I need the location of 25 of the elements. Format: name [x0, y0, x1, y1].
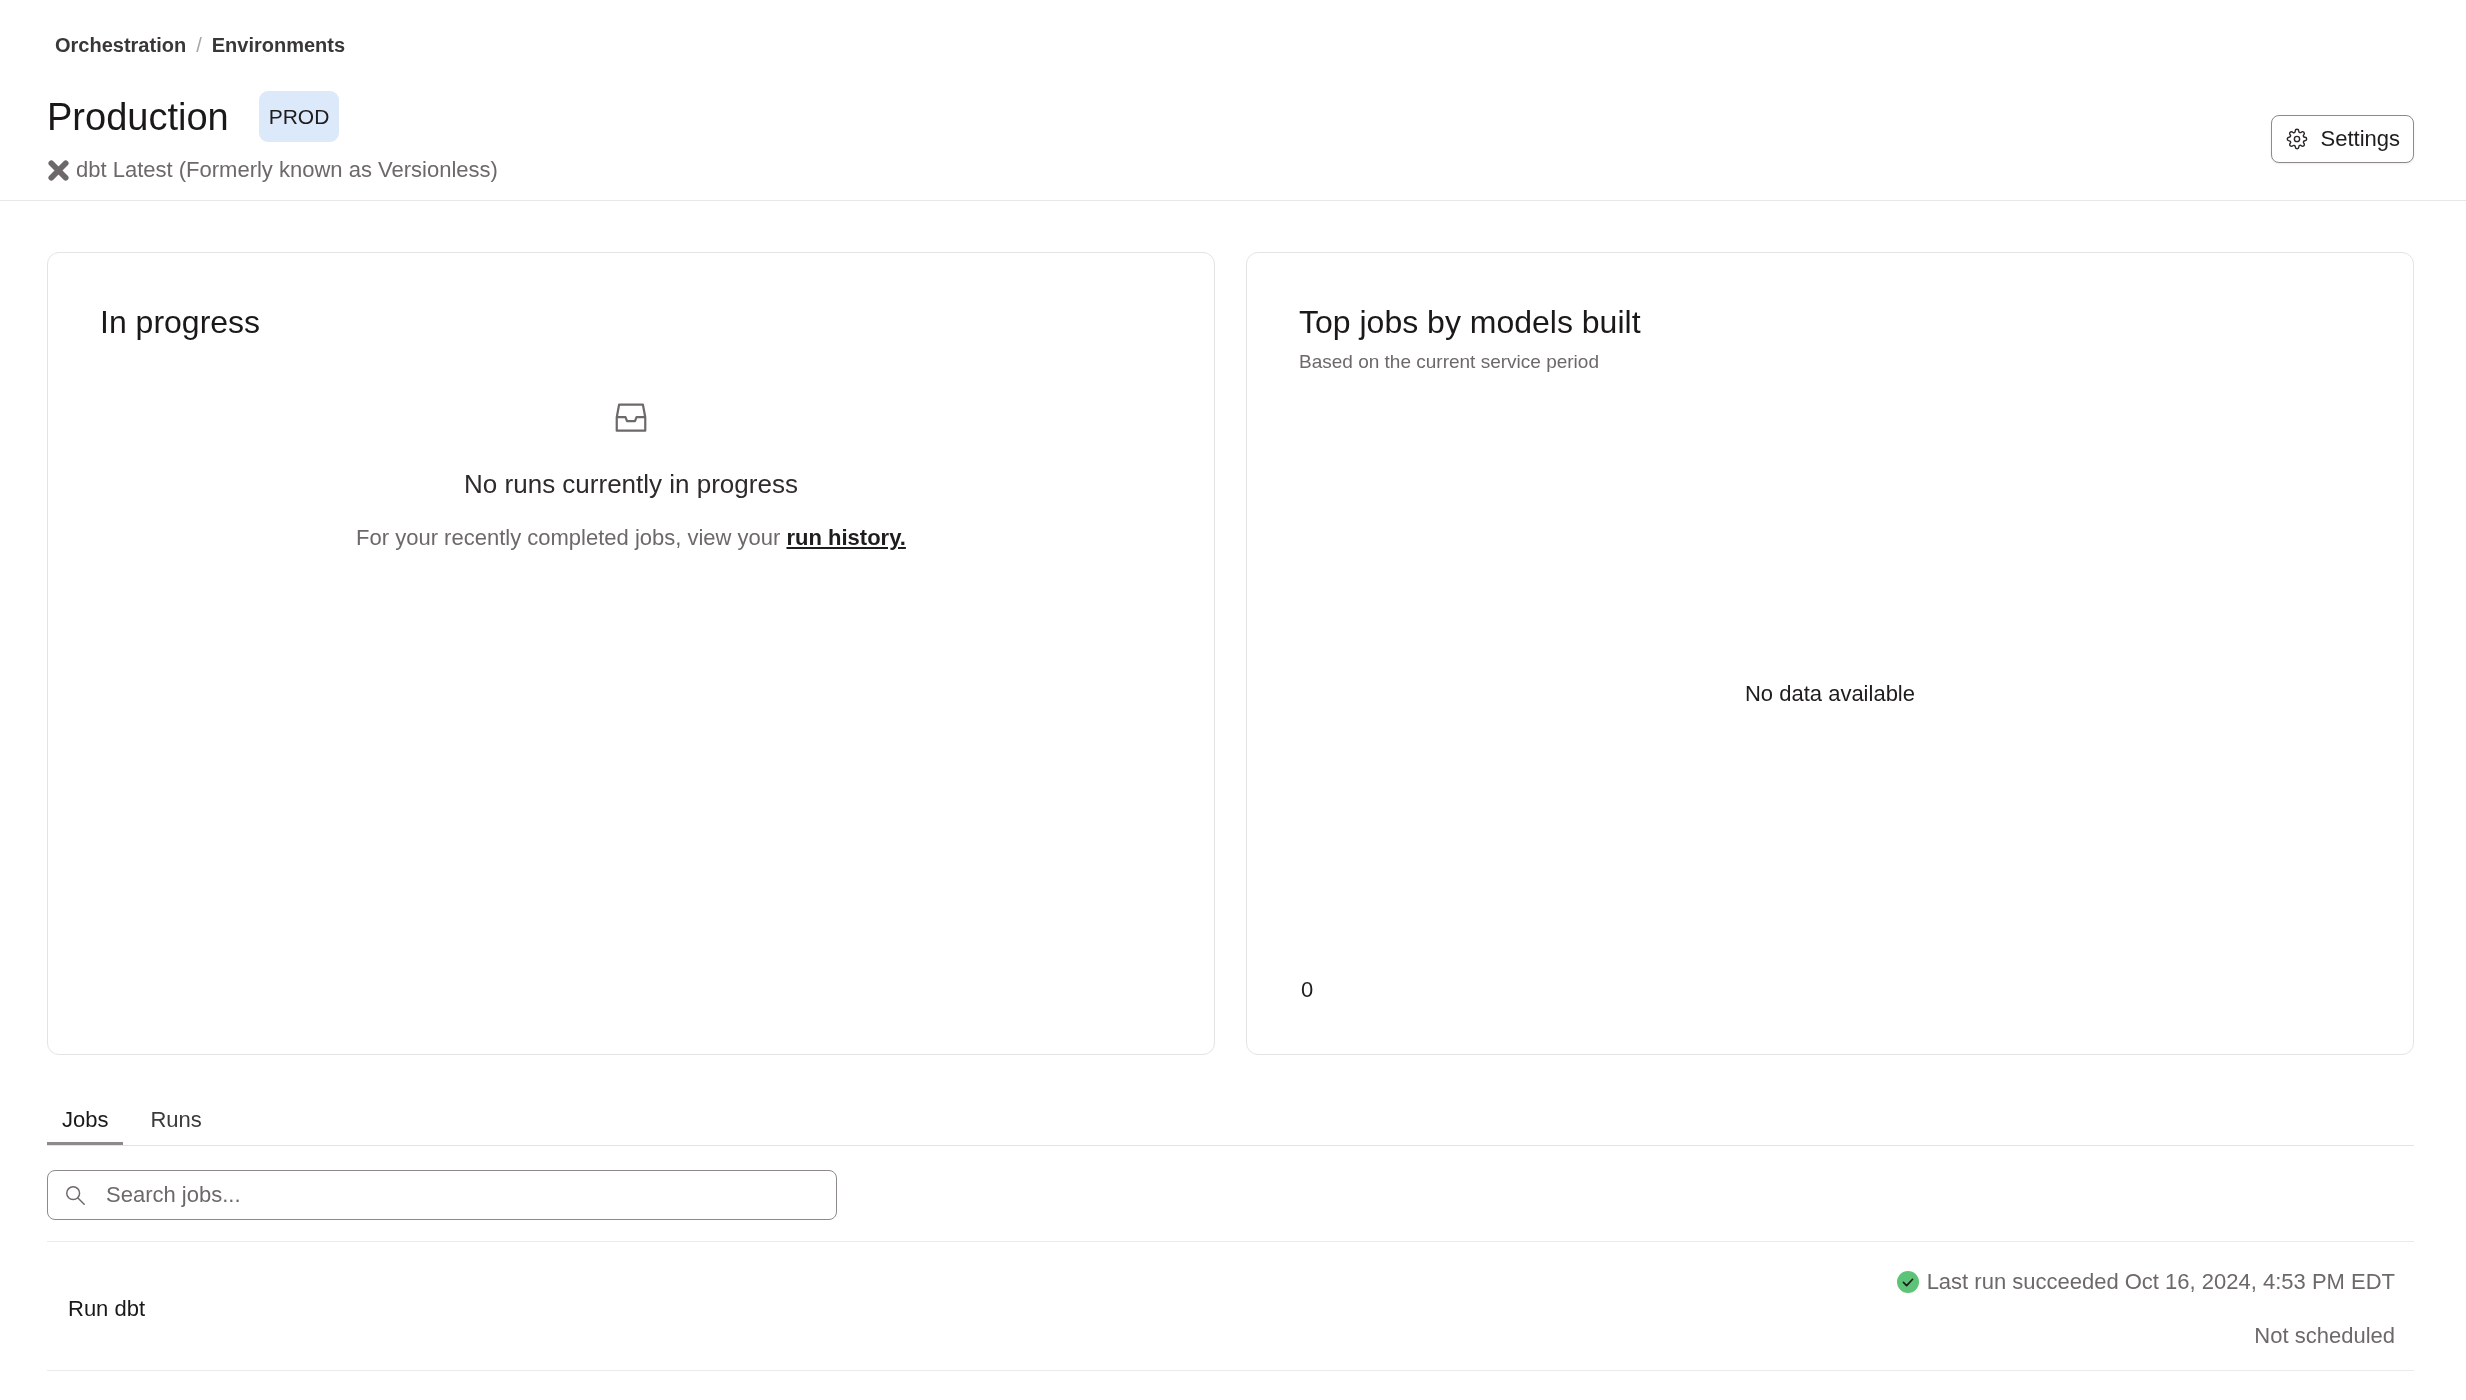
job-row[interactable]: Run dbt Last run succeeded Oct 16, 2024, 4:53 PM EDT Not scheduled: [47, 1242, 2414, 1371]
schedule-text: Not scheduled: [2254, 1322, 2395, 1350]
tab[interactable]: Jobs: [47, 1096, 124, 1145]
x-logo-icon: [47, 158, 70, 182]
last-run-text: Last run succeeded Oct 16, 2024, 4:53 PM EDT: [1926, 1268, 2395, 1296]
settings-button[interactable]: Settings: [2270, 115, 2414, 163]
axis-tick-label: 0: [1301, 976, 1314, 1004]
search-field[interactable]: Search jobs...: [47, 1170, 837, 1220]
empty-state-title: No runs currently in progress: [464, 468, 798, 500]
breadcrumb-link[interactable]: Orchestration: [55, 31, 187, 59]
breadcrumb-link[interactable]: Environments: [211, 31, 346, 59]
page-title: Production: [47, 94, 229, 140]
run-history-link[interactable]: run history.: [786, 525, 906, 550]
no-data-message: No data available: [1745, 680, 1915, 708]
version-text: dbt Latest (Formerly known as Versionless): [76, 156, 498, 184]
card-title: Top jobs by models built: [1299, 303, 1641, 342]
empty-state-text: For your recently completed jobs, view your run history.: [356, 524, 906, 552]
environment-badge: PROD: [258, 91, 340, 142]
settings-icon: [2285, 128, 2308, 150]
job-name: Run dbt: [68, 1295, 146, 1323]
tab[interactable]: Runs: [135, 1096, 217, 1145]
breadcrumb-separator: /: [196, 33, 202, 58]
card-subtitle: Based on the current service period: [1299, 350, 1599, 374]
card-title: In progress: [100, 303, 261, 342]
search-icon: [64, 1184, 86, 1206]
